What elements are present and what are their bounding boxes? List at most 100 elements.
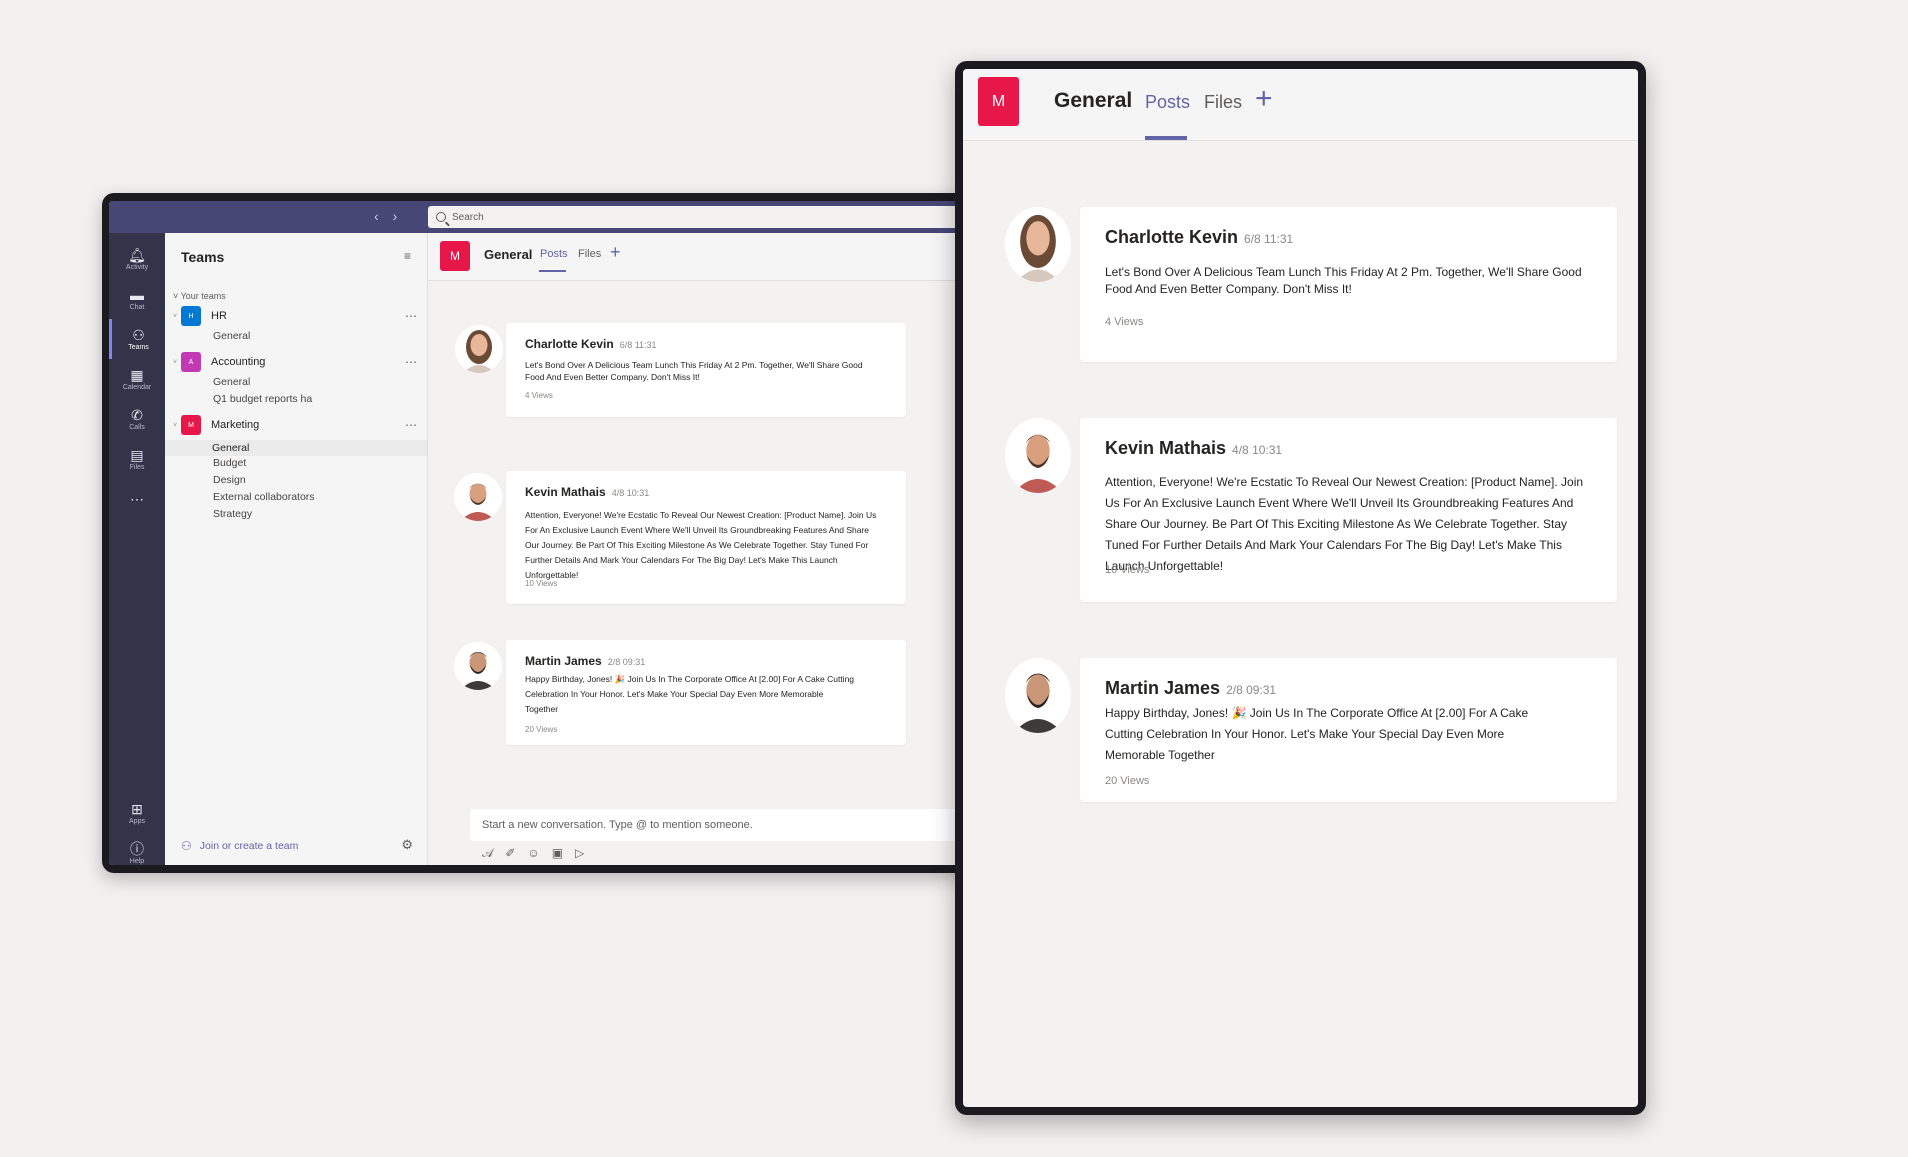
- tab-posts[interactable]: Posts: [540, 248, 568, 260]
- avatar-kevin: [454, 473, 502, 521]
- channel-team-avatar: M: [440, 241, 470, 271]
- post-body: Attention, Everyone! We're Ecstatic To R…: [1105, 475, 1584, 573]
- avatar[interactable]: [454, 473, 502, 521]
- post-card: Charlotte Kevin 6/8 11:31 Let's Bond Over…: [506, 323, 906, 417]
- team-avatar: A: [181, 352, 201, 372]
- format-icon[interactable]: 𝒜: [482, 846, 493, 861]
- post-author[interactable]: Charlotte Kevin: [525, 337, 614, 351]
- add-tab-plus-icon[interactable]: +: [610, 242, 621, 263]
- channel-item-active[interactable]: General: [165, 440, 427, 456]
- post-time: 4/8 10:31: [611, 488, 650, 498]
- compose-input[interactable]: Start a new conversation. Type @ to ment…: [470, 809, 972, 841]
- zoomed-channel-screen: M General Posts Files + Charlotte Kevin 6…: [963, 69, 1638, 1107]
- channel-item[interactable]: Q1 budget reports ha: [213, 393, 312, 405]
- calendar-icon: ▦: [130, 366, 144, 383]
- avatar[interactable]: [1005, 207, 1071, 282]
- gear-icon[interactable]: ⚙: [401, 837, 413, 853]
- join-create-team-link[interactable]: ⚇ Join or create a team: [181, 839, 298, 853]
- avatar[interactable]: [455, 325, 503, 373]
- post-views: 20 Views: [525, 725, 558, 734]
- active-tab-indicator: [539, 270, 566, 272]
- sticker-icon[interactable]: ▣: [552, 846, 563, 861]
- channel-area: M General Posts Files + Charlotte Kevin 6…: [428, 233, 972, 865]
- add-tab-plus-icon[interactable]: +: [1255, 82, 1273, 116]
- channel-item[interactable]: Strategy: [213, 508, 252, 520]
- teams-app-screen: ‹ › Search 🔔︎ Activity ▬ Chat ⚇ Teams ▦ …: [109, 201, 972, 865]
- more-apps-button[interactable]: ⋯: [109, 479, 165, 519]
- post-views: 20 Views: [1105, 775, 1150, 787]
- your-teams-section[interactable]: ˅ Your teams: [173, 291, 226, 301]
- channel-item[interactable]: General: [213, 376, 250, 388]
- post-card: Kevin Mathais 4/8 10:31 Attention, Everyo…: [506, 471, 906, 604]
- post-author[interactable]: Martin James: [525, 654, 602, 668]
- channel-item[interactable]: External collaborators: [213, 491, 315, 503]
- help-icon: ⓘ: [130, 840, 144, 857]
- emoji-icon[interactable]: ☺: [527, 846, 539, 861]
- phone-icon: ✆: [131, 406, 143, 423]
- post-card: Martin James 2/8 09:31 Happy Birthday, Jo…: [1080, 658, 1617, 802]
- rail-item-apps[interactable]: ⊞ Apps: [109, 793, 165, 833]
- avatar[interactable]: [1005, 658, 1071, 733]
- channel-team-avatar: M: [978, 77, 1019, 126]
- avatar-martin: [454, 642, 502, 690]
- rail-item-help[interactable]: ⓘ Help: [109, 833, 165, 865]
- search-placeholder: Search: [452, 211, 484, 223]
- avatar-charlotte: [455, 325, 503, 373]
- post-header: Martin James 2/8 09:31: [525, 654, 645, 668]
- post-body: Attention, Everyone! We're Ecstatic To R…: [525, 510, 877, 580]
- channel-item[interactable]: Design: [213, 474, 246, 486]
- post-author[interactable]: Kevin Mathais: [525, 485, 606, 499]
- post-views: 4 Views: [1105, 316, 1144, 328]
- rail-item-chat[interactable]: ▬ Chat: [109, 279, 165, 319]
- filter-icon[interactable]: ≡: [404, 249, 411, 263]
- team-marketing[interactable]: ˅ M Marketing ⋯: [173, 414, 417, 436]
- rail-item-calls[interactable]: ✆ Calls: [109, 399, 165, 439]
- post-views: 10 Views: [525, 579, 558, 588]
- channel-title: General: [1054, 89, 1133, 112]
- post-card: Martin James 2/8 09:31 Happy Birthday, Jo…: [506, 640, 906, 745]
- avatar-charlotte: [1005, 207, 1071, 282]
- chat-icon: ▬: [130, 286, 144, 303]
- avatar[interactable]: [454, 642, 502, 690]
- post-body: Let's Bond Over A Delicious Team Lunch T…: [525, 360, 863, 382]
- team-accounting[interactable]: ˅ A Accounting ⋯: [173, 351, 417, 373]
- rail-item-activity[interactable]: 🔔︎ Activity: [109, 239, 165, 279]
- post-card: Kevin Mathais 4/8 10:31 Attention, Everyo…: [1080, 418, 1617, 602]
- teams-panel-title: Teams: [181, 249, 225, 265]
- more-options-icon[interactable]: ⋯: [405, 418, 417, 432]
- post-author[interactable]: Martin James: [1105, 678, 1220, 698]
- meet-now-icon[interactable]: ▷: [575, 846, 584, 861]
- channel-item[interactable]: General: [213, 330, 250, 342]
- rail-item-calendar[interactable]: ▦ Calendar: [109, 359, 165, 399]
- tab-posts[interactable]: Posts: [1145, 92, 1190, 113]
- post-body: Let's Bond Over A Delicious Team Lunch T…: [1105, 265, 1582, 296]
- post-author[interactable]: Charlotte Kevin: [1105, 227, 1238, 247]
- forward-arrow-icon[interactable]: ›: [393, 208, 398, 224]
- post-time: 2/8 09:31: [1226, 683, 1277, 697]
- post-body: Happy Birthday, Jones! 🎉 Join Us In The …: [525, 674, 855, 714]
- post-views: 10 Views: [1105, 564, 1150, 576]
- post-body: Happy Birthday, Jones! 🎉 Join Us In The …: [1105, 706, 1529, 762]
- rail-item-teams[interactable]: ⚇ Teams: [109, 319, 165, 359]
- compose-toolbar: 𝒜 ✐ ☺ ▣ ▷: [482, 846, 584, 861]
- search-icon: [436, 212, 446, 222]
- channel-item[interactable]: Budget: [213, 457, 246, 469]
- channel-header: M General Posts Files +: [963, 69, 1638, 141]
- rail-item-files[interactable]: ▤ Files: [109, 439, 165, 479]
- back-arrow-icon[interactable]: ‹: [374, 208, 379, 224]
- app-rail: 🔔︎ Activity ▬ Chat ⚇ Teams ▦ Calendar ✆ …: [109, 233, 165, 865]
- more-options-icon[interactable]: ⋯: [405, 309, 417, 323]
- active-tab-indicator: [1145, 136, 1187, 140]
- team-avatar: M: [181, 415, 201, 435]
- team-hr[interactable]: ˅ H HR ⋯: [173, 305, 417, 327]
- avatar-kevin: [1005, 418, 1071, 493]
- post-author[interactable]: Kevin Mathais: [1105, 438, 1226, 458]
- attach-icon[interactable]: ✐: [505, 846, 515, 861]
- search-input[interactable]: Search: [428, 206, 972, 228]
- tab-files[interactable]: Files: [578, 248, 601, 260]
- post-time: 4/8 10:31: [1232, 443, 1283, 457]
- file-icon: ▤: [130, 446, 144, 463]
- tab-files[interactable]: Files: [1204, 92, 1242, 113]
- avatar[interactable]: [1005, 418, 1071, 493]
- more-options-icon[interactable]: ⋯: [405, 355, 417, 369]
